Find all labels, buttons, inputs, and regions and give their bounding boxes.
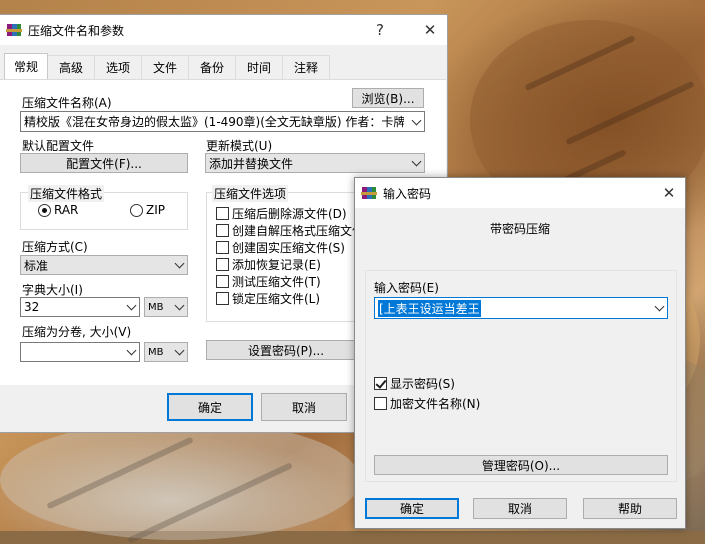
lock-archive-checkbox[interactable]: 锁定压缩文件(L) (216, 290, 320, 307)
winrar-icon (6, 22, 22, 38)
password-titlebar[interactable]: 输入密码 ✕ (355, 178, 685, 208)
chevron-down-icon (174, 300, 185, 311)
tab-backup[interactable]: 备份 (188, 55, 236, 79)
volume-unit-select[interactable]: MB (144, 342, 188, 362)
tab-strip: 常规 高级 选项 文件 备份 时间 注释 (0, 53, 330, 79)
update-mode-select[interactable]: 添加并替换文件 (205, 153, 425, 173)
tab-comment[interactable]: 注释 (282, 55, 330, 79)
set-password-button[interactable]: 设置密码(P)... (206, 340, 366, 360)
password-heading: 带密码压缩 (489, 222, 550, 236)
archive-name-label: 压缩文件名称(A) (22, 96, 112, 110)
chevron-down-icon (411, 115, 422, 125)
update-mode-label: 更新模式(U) (206, 139, 273, 153)
password-dialog-title: 输入密码 (383, 186, 432, 201)
password-panel: 输入密码(E) [上表王设运当差王 显示密码(S) 加密文件名称(N) 管理密码… (365, 270, 677, 482)
delete-after-checkbox[interactable]: 压缩后删除源文件(D) (216, 205, 347, 222)
tab-time[interactable]: 时间 (235, 55, 283, 79)
help-button[interactable]: ? (362, 15, 398, 45)
close-icon[interactable]: ✕ (651, 178, 687, 208)
format-rar-radio[interactable]: RAR (38, 203, 78, 217)
winrar-icon (361, 185, 377, 201)
chevron-down-icon (411, 156, 422, 167)
manage-passwords-button[interactable]: 管理密码(O)... (374, 455, 668, 475)
main-cancel-button[interactable]: 取消 (261, 393, 347, 421)
tab-options[interactable]: 选项 (94, 55, 142, 79)
password-help-button[interactable]: 帮助 (583, 498, 677, 519)
default-profile-label: 默认配置文件 (22, 139, 95, 153)
chevron-down-icon (174, 345, 185, 356)
chevron-down-icon (174, 258, 185, 269)
chevron-down-icon (126, 345, 137, 356)
test-archive-checkbox[interactable]: 测试压缩文件(T) (216, 273, 321, 290)
format-group-title: 压缩文件格式 (28, 185, 105, 202)
main-ok-button[interactable]: 确定 (167, 393, 253, 421)
volume-size-input[interactable] (20, 342, 140, 362)
browse-button[interactable]: 浏览(B)... (352, 88, 424, 108)
profile-button[interactable]: 配置文件(F)... (20, 153, 188, 173)
main-titlebar[interactable]: 压缩文件名和参数 ? ✕ (0, 15, 447, 45)
method-label: 压缩方式(C) (22, 240, 88, 254)
format-zip-radio[interactable]: ZIP (130, 203, 165, 217)
chevron-down-icon (126, 300, 137, 311)
dict-size-select[interactable]: 32 (20, 297, 140, 317)
password-dialog: 输入密码 ✕ 带密码压缩 输入密码(E) [上表王设运当差王 显示密码(S) 加… (354, 177, 686, 529)
recovery-record-checkbox[interactable]: 添加恢复记录(E) (216, 256, 321, 273)
tab-advanced[interactable]: 高级 (47, 55, 95, 79)
tab-files[interactable]: 文件 (141, 55, 189, 79)
password-cancel-button[interactable]: 取消 (473, 498, 567, 519)
close-icon[interactable]: ✕ (412, 15, 448, 45)
chevron-down-icon (654, 301, 665, 312)
method-select[interactable]: 标准 (20, 255, 188, 275)
password-label: 输入密码(E) (374, 281, 439, 295)
options-group-title: 压缩文件选项 (212, 185, 289, 202)
sfx-checkbox[interactable]: 创建自解压格式压缩文件 (216, 222, 364, 239)
encrypt-names-checkbox[interactable]: 加密文件名称(N) (374, 395, 480, 412)
password-input[interactable]: [上表王设运当差王 (374, 297, 668, 319)
main-dialog-title: 压缩文件名和参数 (28, 23, 125, 38)
volume-label: 压缩为分卷, 大小(V) (22, 325, 132, 339)
dict-unit-select[interactable]: MB (144, 297, 188, 317)
tab-general[interactable]: 常规 (4, 53, 48, 79)
dict-size-label: 字典大小(I) (22, 283, 83, 297)
archive-name-input[interactable]: 精校版《混在女帝身边的假太监》(1-490章)(全文无缺章版) 作者：卡牌 (20, 111, 425, 132)
solid-checkbox[interactable]: 创建固实压缩文件(S) (216, 239, 345, 256)
password-ok-button[interactable]: 确定 (365, 498, 459, 519)
show-password-checkbox[interactable]: 显示密码(S) (374, 375, 455, 392)
